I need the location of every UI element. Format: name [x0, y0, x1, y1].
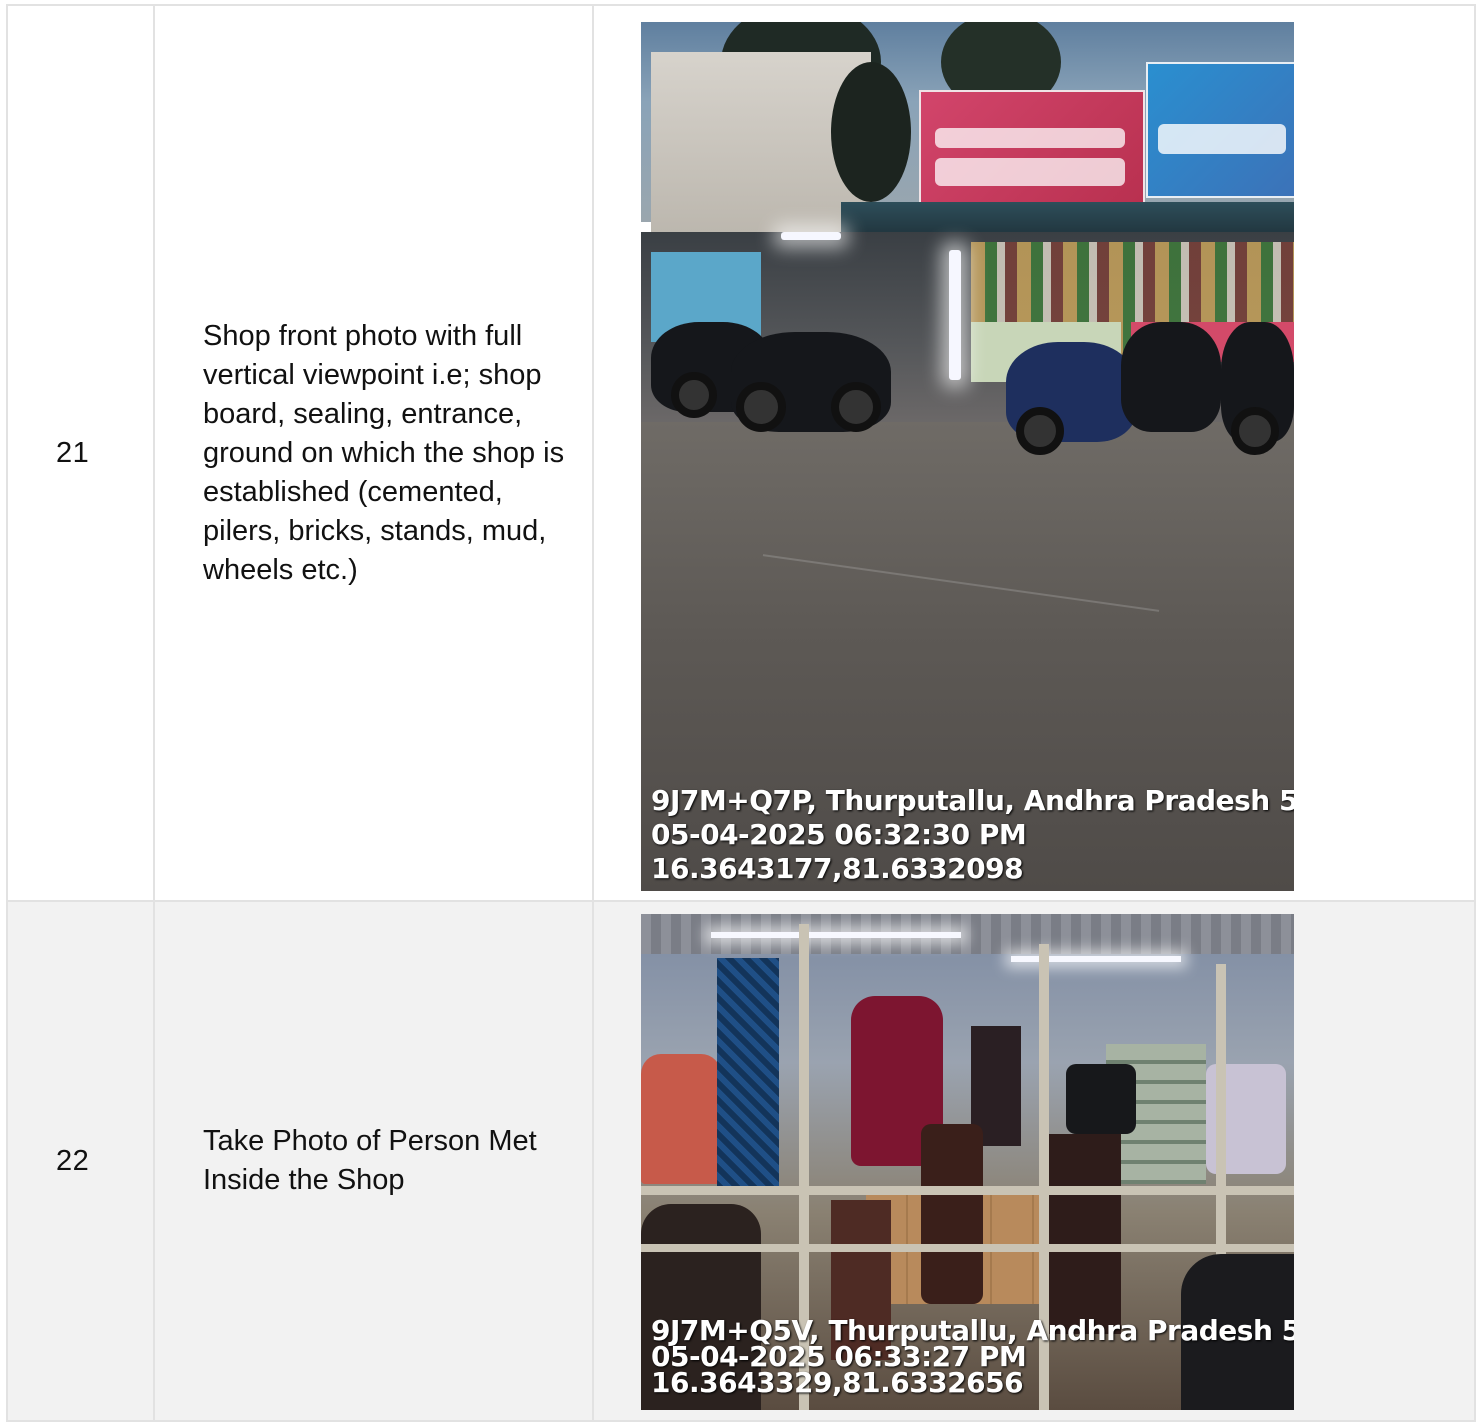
shop-signboard — [1146, 62, 1294, 198]
palm-tree — [831, 62, 911, 202]
row-number: 22 — [6, 900, 155, 1422]
geotag-address: 9J7M+Q7P, Thurputallu, Andhra Pradesh 53… — [651, 784, 1294, 817]
table-row: 22 Take Photo of Person Met Inside the S… — [6, 900, 1476, 1422]
motorcycle-wheel — [671, 372, 717, 418]
hanging-garment — [641, 1054, 721, 1184]
row-description: Shop front photo with full vertical view… — [153, 4, 594, 902]
geotag-overlay: 9J7M+Q7P, Thurputallu, Andhra Pradesh 53… — [651, 784, 1294, 886]
photo-cell: 9J7M+Q7P, Thurputallu, Andhra Pradesh 53… — [592, 4, 1476, 902]
geotag-coordinates: 16.3643177,81.6332098 — [651, 852, 1024, 885]
hanging-garment — [1041, 1134, 1121, 1334]
motorcycle-wheel — [736, 382, 786, 432]
signboard-lettering — [935, 158, 1125, 186]
shop-front-photo[interactable]: 9J7M+Q7P, Thurputallu, Andhra Pradesh 53… — [641, 22, 1294, 891]
tube-light — [711, 932, 961, 938]
tube-light — [781, 232, 841, 240]
row-description: Take Photo of Person Met Inside the Shop — [153, 900, 594, 1422]
motorcycle-wheel — [1016, 407, 1064, 455]
shop-interior-photo[interactable]: 9J7M+Q5V, Thurputallu, Andhra Pradesh 53… — [641, 914, 1294, 1410]
glass-door-frame — [641, 1244, 1294, 1252]
motorcycle-wheel — [1231, 407, 1279, 455]
checklist-table: 21 Shop front photo with full vertical v… — [6, 4, 1476, 1422]
table-row: 21 Shop front photo with full vertical v… — [6, 4, 1476, 902]
signboard-lettering — [1158, 124, 1286, 154]
tube-light — [1011, 956, 1181, 962]
row-number: 21 — [6, 4, 155, 902]
geotag-timestamp: 05-04-2025 06:32:30 PM — [651, 818, 1027, 851]
shop-signboard — [919, 90, 1145, 214]
hanging-garment — [921, 1124, 983, 1304]
signboard-lettering — [935, 128, 1125, 148]
glass-door-frame — [641, 1186, 1294, 1195]
geotag-overlay: 9J7M+Q5V, Thurputallu, Andhra Pradesh 53… — [651, 1317, 1294, 1399]
photo-cell: 9J7M+Q5V, Thurputallu, Andhra Pradesh 53… — [592, 900, 1476, 1422]
geotag-coordinates: 16.3643329,81.6332656 — [651, 1366, 1024, 1399]
tube-light — [949, 250, 961, 380]
hanging-garment — [717, 958, 779, 1188]
motorcycle-wheel — [831, 382, 881, 432]
hanging-slippers — [1066, 1064, 1136, 1134]
motorcycle — [1121, 322, 1221, 432]
